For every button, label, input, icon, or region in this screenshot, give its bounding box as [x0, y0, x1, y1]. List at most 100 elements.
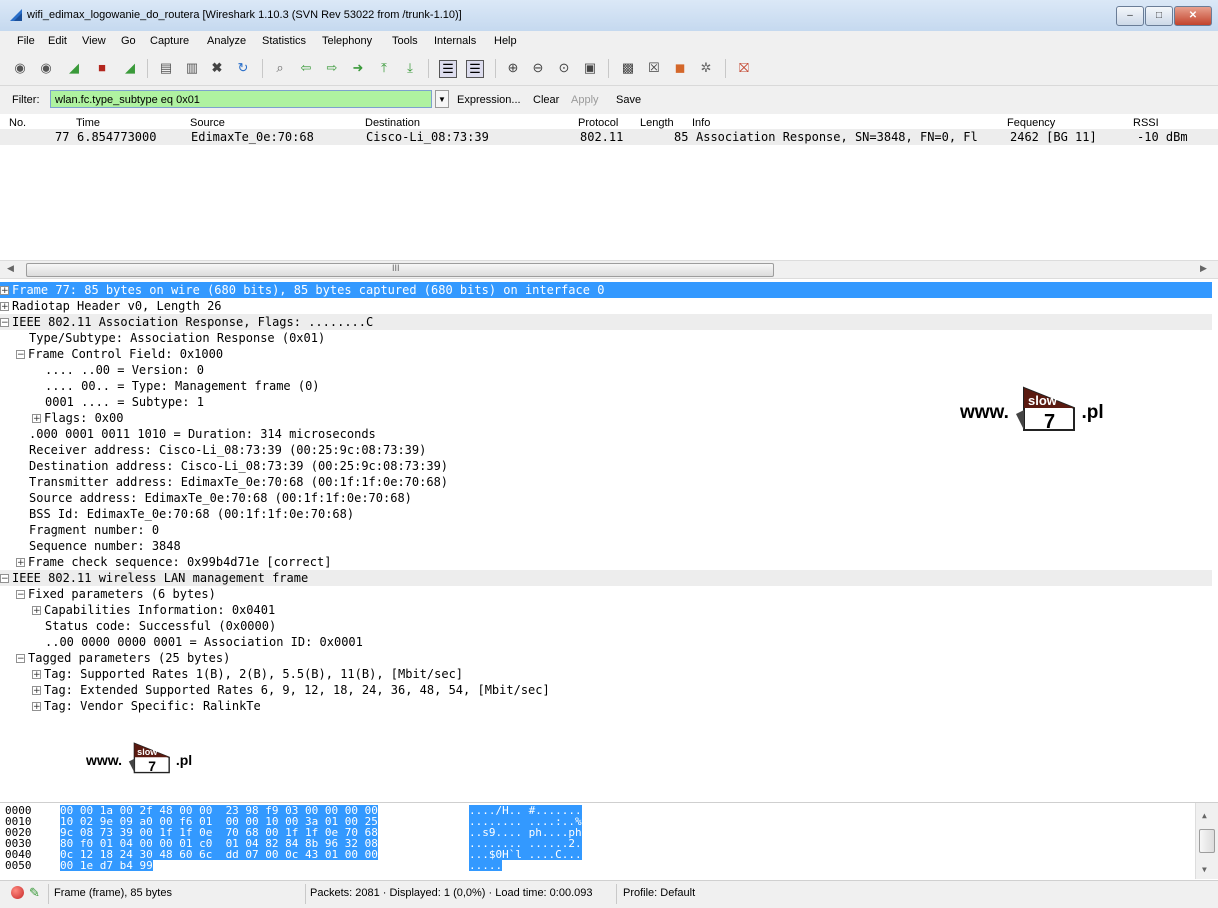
expand-icon[interactable]: +: [0, 302, 9, 312]
close-button[interactable]: ✕: [1174, 6, 1212, 26]
save-file-icon[interactable]: ▥: [184, 60, 200, 76]
scroll-down-icon[interactable]: ▼: [1202, 865, 1207, 874]
column-header-length[interactable]: Length: [640, 117, 674, 129]
colorize-icon[interactable]: ☰: [439, 60, 457, 78]
minimize-button[interactable]: –: [1116, 6, 1144, 26]
collapse-icon[interactable]: −: [16, 590, 25, 600]
stop-capture-icon[interactable]: ■: [94, 60, 110, 76]
menu-view[interactable]: View: [82, 35, 106, 47]
capture-interfaces-icon[interactable]: ◉: [12, 60, 28, 76]
filter-dropdown-icon[interactable]: ▼: [435, 90, 449, 108]
tree-item[interactable]: + Capabilities Information: 0x0401: [0, 602, 1218, 618]
maximize-button[interactable]: □: [1145, 6, 1173, 26]
zoom-normal-icon[interactable]: ⊙: [556, 60, 572, 76]
open-file-icon[interactable]: ▤: [158, 60, 174, 76]
zoom-in-icon[interactable]: ⊕: [505, 60, 521, 76]
collapse-icon[interactable]: −: [16, 350, 25, 360]
expand-icon[interactable]: +: [32, 414, 41, 424]
expression-button[interactable]: Expression...: [457, 94, 521, 106]
autoscroll-icon[interactable]: ☰: [466, 60, 484, 78]
go-last-icon[interactable]: ⤓: [402, 60, 418, 76]
expand-icon[interactable]: +: [32, 606, 41, 616]
start-capture-icon[interactable]: ◢: [66, 60, 82, 76]
tree-item[interactable]: − Frame Control Field: 0x1000: [0, 346, 1218, 362]
expand-icon[interactable]: +: [32, 702, 41, 712]
collapse-icon[interactable]: −: [0, 318, 9, 328]
zoom-out-icon[interactable]: ⊖: [530, 60, 546, 76]
tree-item[interactable]: ..00 0000 0000 0001 = Association ID: 0x…: [0, 634, 1218, 650]
help-icon[interactable]: ⛝: [736, 60, 752, 76]
apply-button[interactable]: Apply: [571, 94, 599, 106]
coloring-rules-icon[interactable]: ◼: [672, 60, 688, 76]
expand-icon[interactable]: +: [32, 670, 41, 680]
capture-options-icon[interactable]: ◉: [38, 60, 54, 76]
display-filter-input[interactable]: wlan.fc.type_subtype eq 0x01: [50, 90, 432, 108]
column-header-no[interactable]: No.: [9, 117, 26, 129]
scroll-left-icon[interactable]: ◀: [7, 263, 14, 274]
tree-item[interactable]: Sequence number: 3848: [0, 538, 1218, 554]
close-file-icon[interactable]: ✖: [209, 60, 225, 76]
tree-item[interactable]: Destination address: Cisco-Li_08:73:39 (…: [0, 458, 1218, 474]
menu-capture[interactable]: Capture: [150, 35, 189, 47]
column-header-protocol[interactable]: Protocol: [578, 117, 618, 129]
go-back-icon[interactable]: ⇦: [298, 60, 314, 76]
tree-item[interactable]: Receiver address: Cisco-Li_08:73:39 (00:…: [0, 442, 1218, 458]
tree-item[interactable]: − Tagged parameters (25 bytes): [0, 650, 1218, 666]
bytes-vscrollbar[interactable]: ▲ ▼: [1195, 803, 1218, 879]
tree-item[interactable]: − IEEE 802.11 wireless LAN management fra…: [0, 570, 1212, 586]
menu-go[interactable]: Go: [121, 35, 136, 47]
menu-internals[interactable]: Internals: [434, 35, 476, 47]
tree-item[interactable]: Fragment number: 0: [0, 522, 1218, 538]
menu-telephony[interactable]: Telephony: [322, 35, 372, 47]
scroll-thumb[interactable]: [1199, 829, 1215, 853]
clear-button[interactable]: Clear: [533, 94, 559, 106]
collapse-icon[interactable]: −: [16, 654, 25, 664]
column-header-source[interactable]: Source: [190, 117, 225, 129]
go-first-icon[interactable]: ⤒: [376, 60, 392, 76]
capture-comment-icon[interactable]: ✎: [29, 885, 40, 901]
restart-capture-icon[interactable]: ◢: [122, 60, 138, 76]
tree-item[interactable]: Source address: EdimaxTe_0e:70:68 (00:1f…: [0, 490, 1218, 506]
column-header-destination[interactable]: Destination: [365, 117, 420, 129]
tree-item[interactable]: + Frame check sequence: 0x99b4d71e [corre…: [0, 554, 1218, 570]
menu-tools[interactable]: Tools: [392, 35, 418, 47]
find-packet-icon[interactable]: ⌕: [272, 60, 288, 76]
tree-item[interactable]: − Fixed parameters (6 bytes): [0, 586, 1218, 602]
column-header-info[interactable]: Info: [692, 117, 710, 129]
tree-item[interactable]: − IEEE 802.11 Association Response, Flags…: [0, 314, 1212, 330]
tree-item[interactable]: Status code: Successful (0x0000): [0, 618, 1218, 634]
tree-item[interactable]: BSS Id: EdimaxTe_0e:70:68 (00:1f:1f:0e:7…: [0, 506, 1218, 522]
menu-analyze[interactable]: Analyze: [207, 35, 246, 47]
scroll-right-icon[interactable]: ▶: [1200, 263, 1207, 274]
capture-filters-icon[interactable]: ▩: [620, 60, 636, 76]
save-filter-button[interactable]: Save: [616, 94, 641, 106]
expand-icon[interactable]: +: [16, 558, 25, 568]
expand-icon[interactable]: +: [0, 286, 9, 296]
menu-file[interactable]: File: [17, 35, 35, 47]
resize-columns-icon[interactable]: ▣: [582, 60, 598, 76]
go-to-packet-icon[interactable]: ➜: [350, 60, 366, 76]
tree-item[interactable]: + Tag: Supported Rates 1(B), 2(B), 5.5(B)…: [0, 666, 1218, 682]
column-header-time[interactable]: Time: [76, 117, 100, 129]
display-filters-icon[interactable]: ☒: [646, 60, 662, 76]
scroll-up-icon[interactable]: ▲: [1202, 811, 1207, 820]
packet-list-hscrollbar[interactable]: ◀ III ▶: [0, 260, 1218, 279]
tree-item[interactable]: + Tag: Extended Supported Rates 6, 9, 12,…: [0, 682, 1218, 698]
menu-edit[interactable]: Edit: [48, 35, 67, 47]
go-forward-icon[interactable]: ⇨: [324, 60, 340, 76]
tree-item[interactable]: + Frame 77: 85 bytes on wire (680 bits), …: [0, 282, 1212, 298]
column-header-rssi[interactable]: RSSI: [1133, 117, 1159, 129]
menu-help[interactable]: Help: [494, 35, 517, 47]
reload-icon[interactable]: ↻: [235, 60, 251, 76]
tree-item[interactable]: Transmitter address: EdimaxTe_0e:70:68 (…: [0, 474, 1218, 490]
hex-ascii[interactable]: .....: [469, 860, 503, 871]
collapse-icon[interactable]: −: [0, 574, 9, 584]
tree-item[interactable]: Type/Subtype: Association Response (0x01…: [0, 330, 1218, 346]
hex-bytes[interactable]: 00 1e d7 b4 99: [60, 860, 153, 871]
status-profile[interactable]: Profile: Default: [623, 887, 695, 899]
menu-statistics[interactable]: Statistics: [262, 35, 306, 47]
tree-item[interactable]: + Radiotap Header v0, Length 26: [0, 298, 1212, 314]
expand-icon[interactable]: +: [32, 686, 41, 696]
tree-item[interactable]: .... ..00 = Version: 0: [0, 362, 1218, 378]
column-header-frequency[interactable]: Fequency: [1007, 117, 1055, 129]
